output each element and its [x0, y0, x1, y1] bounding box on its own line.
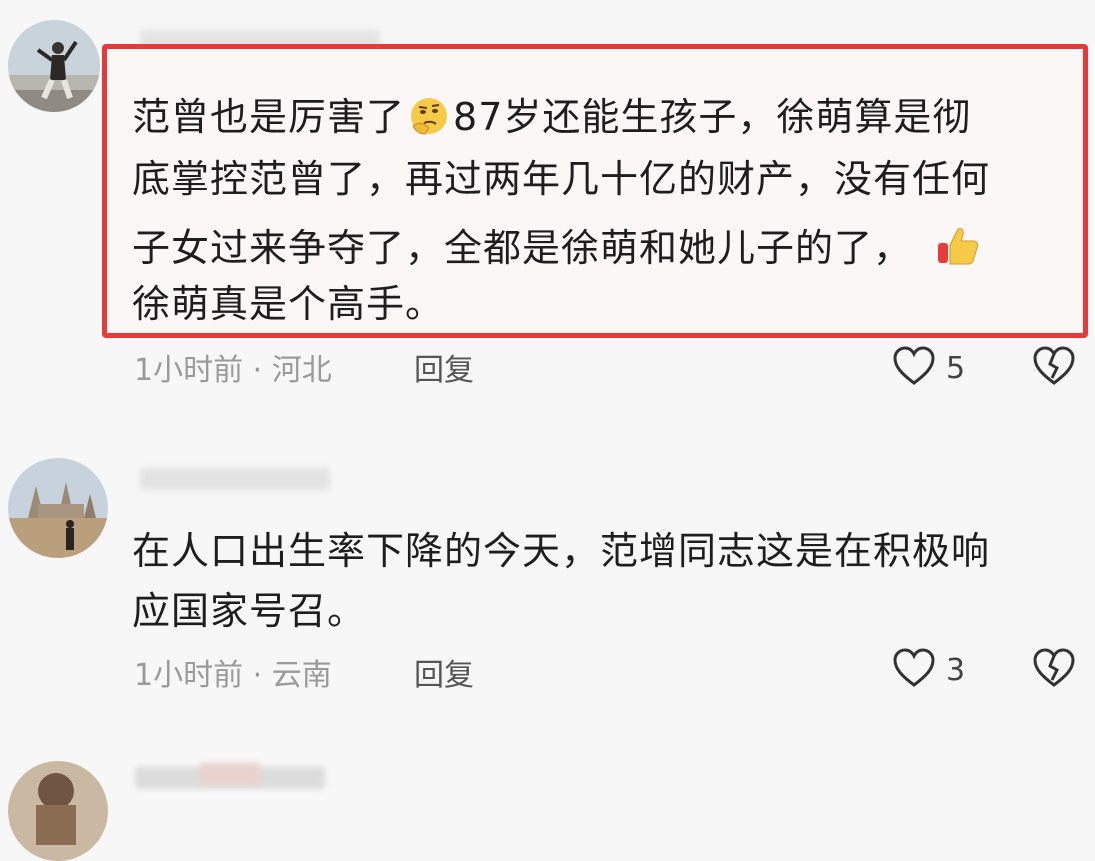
reply-button[interactable]: 回复 [414, 650, 474, 694]
comment-item: 范曾也是厉害了 87岁还能生孩子，徐萌算是彻 底掌控范曾了，再过两年几十亿的财产，… [0, 0, 1095, 420]
meta-separator: · [252, 353, 263, 388]
like-button[interactable]: 3 [892, 648, 965, 692]
avatar[interactable] [8, 20, 100, 112]
comment-text-segment: 87岁还能生孩子，徐萌算是彻 [453, 95, 972, 139]
comment-location: 云南 [271, 658, 332, 693]
comment-text-line: 应国家号召。 [132, 589, 367, 633]
avatar[interactable] [8, 761, 108, 861]
like-count: 5 [946, 350, 966, 386]
broken-heart-icon [1032, 648, 1076, 692]
comment-item [0, 755, 1095, 861]
like-count: 3 [946, 652, 966, 688]
broken-heart-icon [1032, 346, 1076, 390]
comment-text-line: 在人口出生率下降的今天，范增同志这是在积极响 [132, 529, 991, 573]
like-button[interactable]: 5 [892, 346, 965, 390]
meta-separator: · [252, 658, 263, 693]
thumbs-up-icon [936, 223, 979, 265]
comment-item: 在人口出生率下降的今天，范增同志这是在积极响 应国家号召。 1小时前 · 云南 … [0, 440, 1095, 720]
comment-location: 河北 [271, 353, 332, 388]
comment-text-segment: 子女过来争夺了，全都是徐萌和她儿子的了， [132, 226, 913, 270]
comment-meta: 1小时前 · 河北 [134, 345, 332, 389]
comment-text-line: 子女过来争夺了，全都是徐萌和她儿子的了， [132, 223, 980, 267]
username-blurred [200, 763, 260, 785]
username-blurred [140, 468, 330, 490]
comment-text-segment: 范曾也是厉害了 [132, 95, 406, 139]
avatar[interactable] [8, 458, 108, 558]
comment-time: 1小时前 [134, 658, 244, 693]
heart-outline-icon [892, 648, 936, 692]
heart-outline-icon [892, 346, 936, 390]
thinking-face-icon [409, 96, 449, 136]
comment-time: 1小时前 [134, 353, 244, 388]
dislike-button[interactable] [1032, 346, 1076, 390]
comment-meta: 1小时前 · 云南 [134, 650, 332, 694]
reply-button[interactable]: 回复 [414, 345, 474, 389]
comment-text-line: 徐萌真是个高手。 [132, 282, 445, 326]
comment-text-line: 范曾也是厉害了 87岁还能生孩子，徐萌算是彻 [132, 96, 971, 136]
dislike-button[interactable] [1032, 648, 1076, 692]
comment-text-line: 底掌控范曾了，再过两年几十亿的财产，没有任何 [132, 157, 991, 201]
